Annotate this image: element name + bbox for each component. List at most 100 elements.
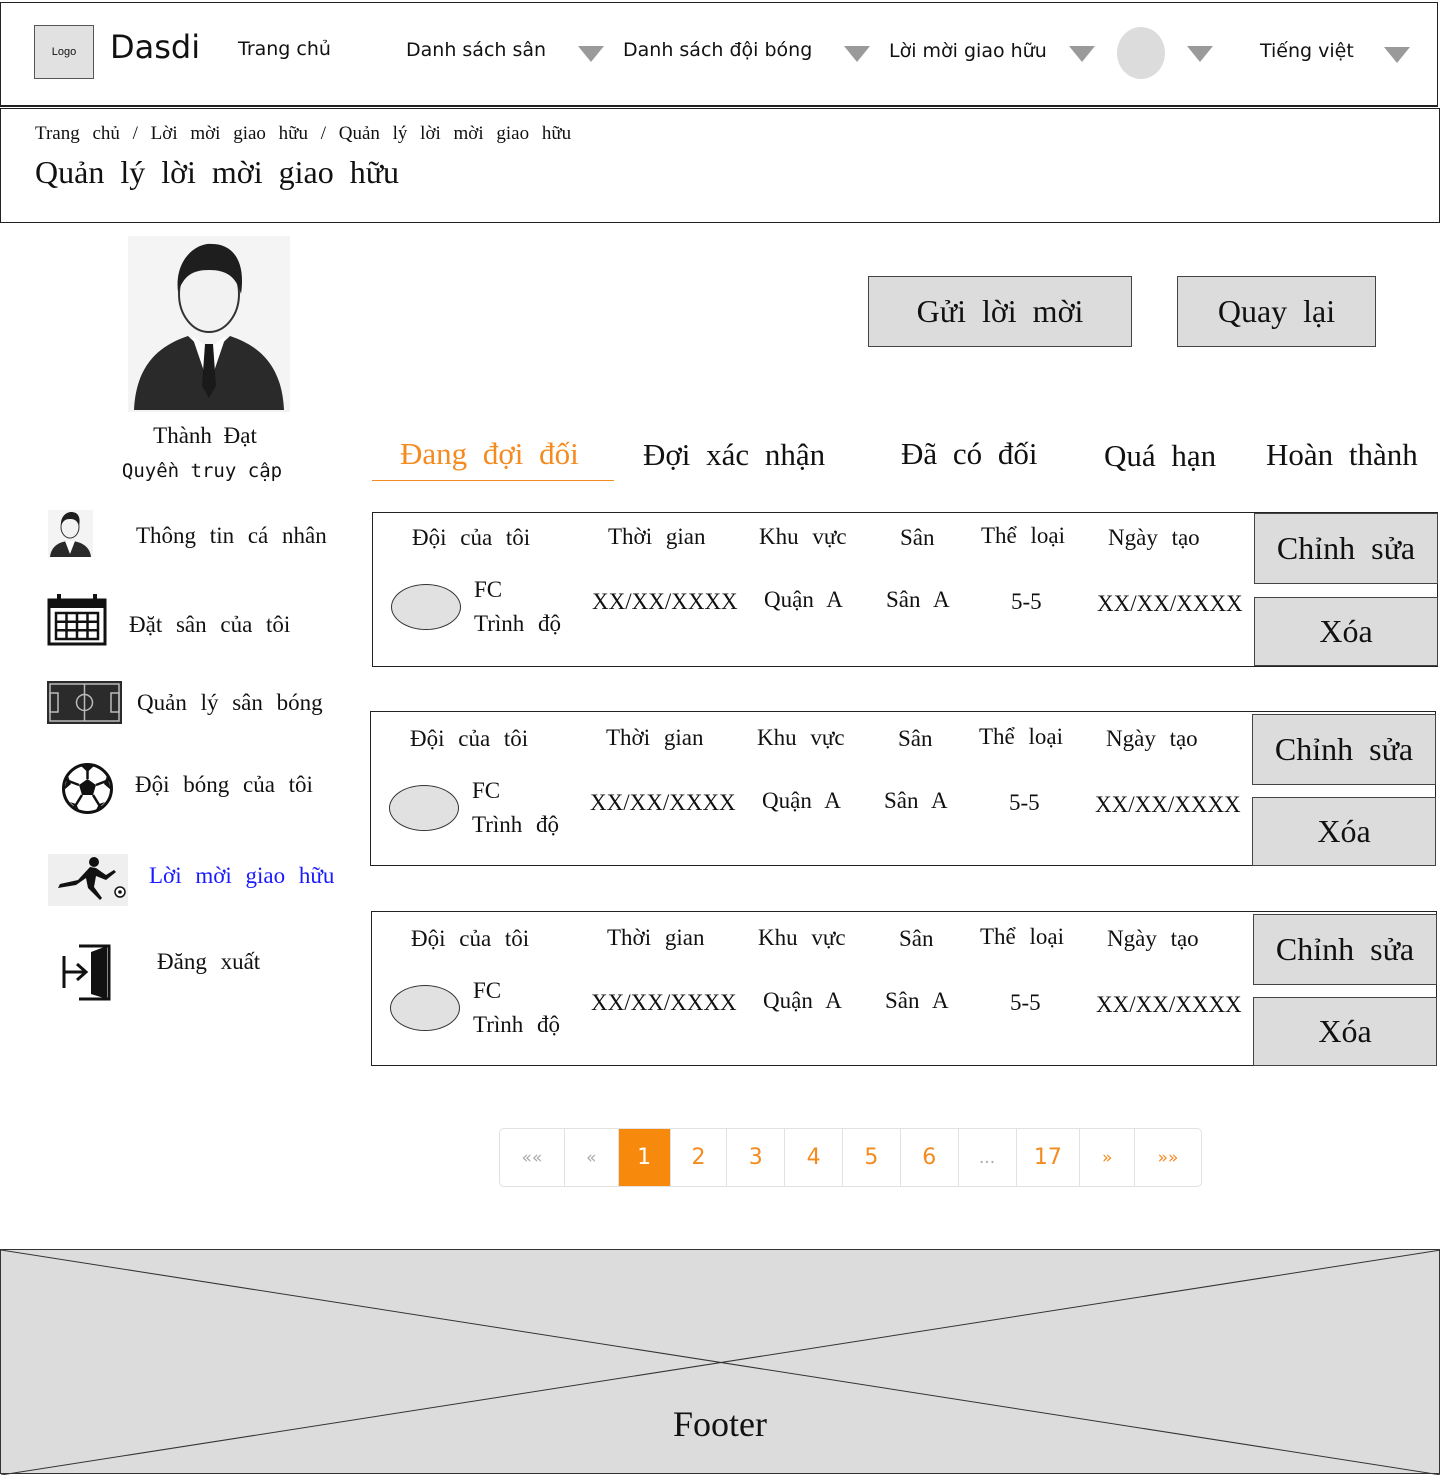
person-silhouette-icon <box>134 243 284 410</box>
logout-icon <box>61 944 111 1001</box>
invite-type: 5-5 <box>1009 790 1040 815</box>
col-type: Thể loại <box>979 724 1063 749</box>
person-icon <box>48 510 93 557</box>
edit-button[interactable]: Chỉnh sửa <box>1254 513 1438 584</box>
sidebar-item-invites[interactable]: Lời mời giao hữu <box>149 863 334 889</box>
nav-teams[interactable]: Danh sách đội bóng <box>623 39 812 61</box>
brand-name[interactable]: Dasdi <box>110 28 200 66</box>
tab-completed[interactable]: Hoàn thành <box>1266 437 1418 473</box>
page-ellipsis: ... <box>959 1129 1017 1186</box>
nav-fields[interactable]: Danh sách sân <box>406 39 546 61</box>
chevron-down-icon[interactable] <box>1069 46 1095 62</box>
logo[interactable]: Logo <box>34 25 94 79</box>
delete-button[interactable]: Xóa <box>1253 997 1437 1066</box>
team-avatar <box>389 785 459 831</box>
sidebar-item-logout[interactable]: Đăng xuất <box>157 949 260 975</box>
invite-time: XX/XX/XXXX <box>590 790 736 815</box>
calendar-icon <box>47 594 107 646</box>
col-area: Khu vực <box>758 925 846 950</box>
edit-button[interactable]: Chỉnh sửa <box>1252 714 1436 785</box>
soccer-ball-icon <box>61 762 114 815</box>
col-field: Sân <box>899 926 934 951</box>
first-page-button[interactable]: «« <box>500 1129 565 1186</box>
invite-field: Sân A <box>885 988 949 1013</box>
invite-area: Quận A <box>764 587 843 612</box>
invite-time: XX/XX/XXXX <box>591 990 737 1015</box>
invite-card: Đội của tôi Thời gian Khu vực Sân Thể lo… <box>372 512 1438 667</box>
invite-field: Sân A <box>886 587 950 612</box>
user-avatar[interactable] <box>1117 27 1165 79</box>
invite-type: 5-5 <box>1010 990 1041 1015</box>
team-name: FC <box>474 577 503 602</box>
tab-pending-confirm[interactable]: Đợi xác nhận <box>643 437 825 473</box>
col-created: Ngày tạo <box>1108 525 1200 550</box>
team-avatar <box>391 584 461 630</box>
team-level: Trình độ <box>474 611 562 636</box>
sidebar-item-bookings[interactable]: Đặt sân của tôi <box>129 612 290 638</box>
chevron-down-icon[interactable] <box>1384 47 1410 63</box>
player-kick-icon <box>48 854 128 906</box>
col-time: Thời gian <box>608 524 706 549</box>
invite-time: XX/XX/XXXX <box>592 589 738 614</box>
col-field: Sân <box>898 726 933 751</box>
sidebar-item-profile[interactable]: Thông tin cá nhân <box>136 523 327 549</box>
back-button[interactable]: Quay lại <box>1177 276 1376 347</box>
nav-home[interactable]: Trang chủ <box>238 38 331 60</box>
profile-role: Quyền truy cập <box>121 460 283 482</box>
page-title: Quản lý lời mời giao hữu <box>35 154 400 190</box>
tab-has-opponent[interactable]: Đã có đối <box>901 436 1038 472</box>
invite-created: XX/XX/XXXX <box>1097 591 1243 616</box>
breadcrumb: Trang chủ / Lời mời giao hữu / Quản lý l… <box>35 123 572 144</box>
col-my-team: Đội của tôi <box>410 726 529 751</box>
next-page-button[interactable]: » <box>1080 1129 1136 1186</box>
last-page-button[interactable]: »» <box>1135 1129 1201 1186</box>
invite-field: Sân A <box>884 788 948 813</box>
invite-area: Quận A <box>763 988 842 1013</box>
tab-expired[interactable]: Quá hạn <box>1104 438 1216 474</box>
invite-type: 5-5 <box>1011 589 1042 614</box>
sidebar-item-fields[interactable]: Quản lý sân bóng <box>137 690 323 716</box>
logo-text: Logo <box>51 46 77 58</box>
col-type: Thể loại <box>980 924 1064 949</box>
page-button-4[interactable]: 4 <box>785 1129 844 1186</box>
prev-page-button[interactable]: « <box>565 1129 619 1186</box>
chevron-down-icon[interactable] <box>578 46 604 62</box>
team-name: FC <box>472 778 501 803</box>
page-button-5[interactable]: 5 <box>843 1129 901 1186</box>
page-button-17[interactable]: 17 <box>1017 1129 1081 1186</box>
invite-area: Quận A <box>762 788 841 813</box>
profile-avatar <box>128 236 290 412</box>
footer-label: Footer <box>673 1404 767 1444</box>
team-avatar <box>390 985 460 1031</box>
page-button-3[interactable]: 3 <box>727 1129 786 1186</box>
invite-created: XX/XX/XXXX <box>1095 792 1241 817</box>
team-name: FC <box>473 978 502 1003</box>
team-level: Trình độ <box>473 1012 561 1037</box>
edit-button[interactable]: Chỉnh sửa <box>1253 914 1437 985</box>
pagination: «« « 1 2 3 4 5 6 ... 17 » »» <box>499 1128 1202 1187</box>
invite-card: Đội của tôi Thời gian Khu vực Sân Thể lo… <box>371 911 1437 1066</box>
col-created: Ngày tạo <box>1106 726 1198 751</box>
nav-language[interactable]: Tiếng việt <box>1260 40 1354 62</box>
delete-button[interactable]: Xóa <box>1254 597 1438 666</box>
active-tab-underline <box>372 480 614 481</box>
send-invite-button[interactable]: Gửi lời mời <box>868 276 1132 347</box>
soccer-field-icon <box>47 681 122 724</box>
chevron-down-icon[interactable] <box>844 46 870 62</box>
col-created: Ngày tạo <box>1107 926 1199 951</box>
tab-waiting-opponent[interactable]: Đang đợi đối <box>400 436 579 472</box>
col-my-team: Đội của tôi <box>412 525 531 550</box>
chevron-down-icon[interactable] <box>1187 46 1213 62</box>
page-button-2[interactable]: 2 <box>671 1129 728 1186</box>
col-my-team: Đội của tôi <box>411 926 530 951</box>
delete-button[interactable]: Xóa <box>1252 797 1436 866</box>
nav-invites[interactable]: Lời mời giao hữu <box>889 40 1047 62</box>
page-button-6[interactable]: 6 <box>901 1129 959 1186</box>
profile-name: Thành Đạt <box>153 423 257 448</box>
page-button-1[interactable]: 1 <box>618 1129 671 1186</box>
col-area: Khu vực <box>757 725 845 750</box>
col-time: Thời gian <box>607 925 705 950</box>
invite-created: XX/XX/XXXX <box>1096 992 1242 1017</box>
col-field: Sân <box>900 525 935 550</box>
sidebar-item-teams[interactable]: Đội bóng của tôi <box>135 772 313 798</box>
